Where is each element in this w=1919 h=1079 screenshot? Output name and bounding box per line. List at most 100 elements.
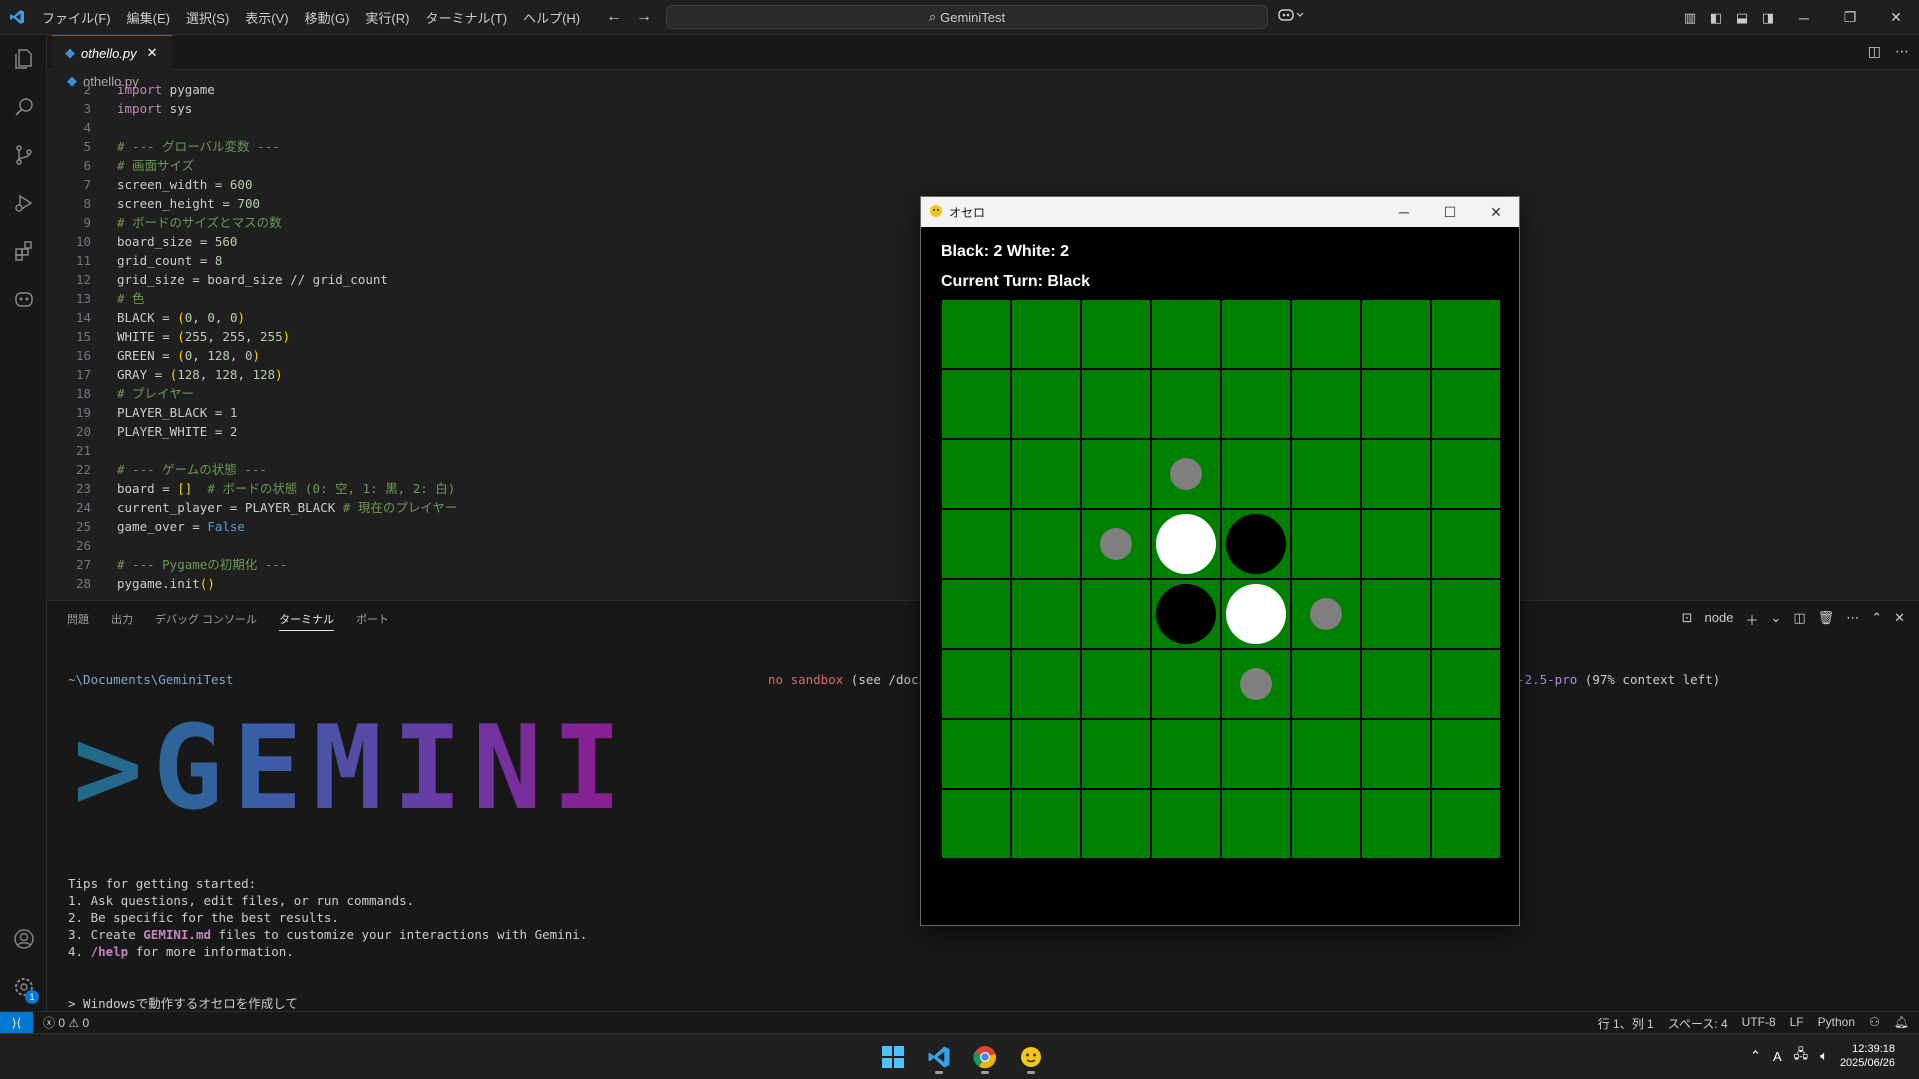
maximize-icon[interactable]: ☐ bbox=[1427, 197, 1473, 227]
tab-close-icon[interactable]: ✕ bbox=[147, 45, 158, 61]
activity-bar: 1 bbox=[0, 35, 47, 1011]
run-debug-icon[interactable] bbox=[0, 179, 47, 227]
close-icon[interactable]: ✕ bbox=[1473, 197, 1519, 227]
forward-arrow-icon[interactable]: → bbox=[636, 8, 652, 26]
tips: Tips for getting started: 1. Ask questio… bbox=[68, 876, 588, 959]
menu-item[interactable]: 編集(E) bbox=[119, 11, 178, 26]
panel-tab[interactable]: 問題 bbox=[67, 611, 89, 631]
language-mode[interactable]: Python bbox=[1818, 1015, 1855, 1032]
terminal-name[interactable]: node bbox=[1705, 610, 1734, 629]
code-text: PLAYER_WHITE = 2 bbox=[117, 424, 238, 439]
error-icon: ⓧ bbox=[43, 1016, 56, 1030]
panel-tabs: 問題 出力 デバッグ コンソール ターミナル ポート bbox=[67, 611, 389, 631]
line-number: 19 bbox=[75, 405, 91, 420]
menu-item[interactable]: 実行(R) bbox=[357, 11, 417, 26]
black-disc bbox=[1156, 584, 1216, 644]
valid-move-hint[interactable] bbox=[1310, 598, 1342, 630]
line-number: 12 bbox=[75, 272, 91, 287]
code-line: 13 # 色 bbox=[47, 289, 947, 308]
more-actions-icon[interactable]: ⋯ bbox=[1895, 43, 1909, 60]
code-text: PLAYER_BLACK = 1 bbox=[117, 405, 238, 420]
encoding[interactable]: UTF-8 bbox=[1742, 1015, 1776, 1032]
line-number: 9 bbox=[83, 215, 91, 230]
trash-icon[interactable]: 🗑 bbox=[1818, 610, 1835, 629]
code-text: import pygame bbox=[117, 82, 215, 97]
menu-item[interactable]: 表示(V) bbox=[237, 11, 296, 26]
customize-layout-icon[interactable]: ▥ bbox=[1677, 10, 1703, 26]
panel-tab[interactable]: デバッグ コンソール bbox=[155, 611, 257, 631]
chevron-up-icon[interactable]: ⌃ bbox=[1750, 1048, 1761, 1064]
panel-tab[interactable]: 出力 bbox=[111, 611, 133, 631]
command-center-search[interactable]: ⌕ GeminiTest bbox=[666, 5, 1268, 29]
terminal-prompt[interactable]: > Windowsで動作するオセロを作成して bbox=[68, 993, 298, 1012]
toggle-panel-icon[interactable]: ⬓ bbox=[1729, 10, 1755, 26]
split-terminal-icon[interactable]: ◫ bbox=[1793, 610, 1805, 629]
code-text: # 色 bbox=[117, 291, 145, 306]
menu-item[interactable]: 選択(S) bbox=[178, 11, 237, 26]
othello-window-titlebar[interactable]: オセロ ─ ☐ ✕ bbox=[921, 197, 1519, 227]
copilot-icon[interactable] bbox=[1278, 8, 1304, 25]
code-line: 18 # プレイヤー bbox=[47, 384, 947, 403]
minimize-icon[interactable]: ─ bbox=[1781, 10, 1827, 26]
line-number: 28 bbox=[75, 576, 91, 591]
chevron-down-icon[interactable]: ⌄ bbox=[1770, 610, 1781, 629]
windows-start-icon[interactable] bbox=[876, 1040, 910, 1074]
clock[interactable]: 12:39:18 2025/06/26 bbox=[1840, 1042, 1895, 1070]
copilot-status-icon[interactable]: ⚇ bbox=[1869, 1015, 1880, 1032]
code-line: 17 GRAY = (128, 128, 128) bbox=[47, 365, 947, 384]
pygame-taskbar-icon[interactable] bbox=[1014, 1040, 1048, 1074]
cursor-position[interactable]: 行 1、列 1 bbox=[1598, 1015, 1654, 1032]
network-icon[interactable]: 🖧︎ bbox=[1794, 1045, 1809, 1067]
line-number: 21 bbox=[75, 443, 91, 458]
end-of-line[interactable]: LF bbox=[1790, 1015, 1804, 1032]
settings-gear-icon[interactable]: 1 bbox=[0, 963, 47, 1011]
ime-indicator[interactable]: A bbox=[1773, 1049, 1782, 1064]
minimize-icon[interactable]: ─ bbox=[1381, 197, 1427, 227]
line-number: 7 bbox=[83, 177, 91, 192]
menu-item[interactable]: ヘルプ(H) bbox=[515, 11, 588, 26]
source-control-icon[interactable] bbox=[0, 131, 47, 179]
more-actions-icon[interactable]: ⋯ bbox=[1846, 610, 1859, 629]
copilot-chat-icon[interactable] bbox=[0, 275, 47, 323]
panel-tab[interactable]: ポート bbox=[356, 611, 389, 631]
othello-board[interactable] bbox=[941, 299, 1501, 859]
panel-tab[interactable]: ターミナル bbox=[279, 611, 335, 631]
restore-icon[interactable]: ❐ bbox=[1827, 9, 1873, 26]
menu-item[interactable]: 移動(G) bbox=[297, 11, 358, 26]
volume-icon[interactable]: 🔈︎ bbox=[1820, 1048, 1828, 1064]
code-text: import sys bbox=[117, 101, 193, 116]
toggle-secondary-sidebar-icon[interactable]: ◨ bbox=[1755, 10, 1781, 26]
close-icon[interactable]: ✕ bbox=[1873, 9, 1919, 26]
code-text: # --- グローバル変数 --- bbox=[117, 139, 280, 154]
code-text: WHITE = (255, 255, 255) bbox=[117, 329, 291, 344]
close-panel-icon[interactable]: ✕ bbox=[1894, 610, 1905, 629]
vscode-taskbar-icon[interactable] bbox=[922, 1040, 956, 1074]
search-icon[interactable] bbox=[0, 83, 47, 131]
menu-item[interactable]: ターミナル(T) bbox=[417, 11, 515, 26]
code-text: board = [] # ボードの状態 (0: 空, 1: 黒, 2: 白) bbox=[117, 481, 456, 496]
warning-icon: ⚠ bbox=[68, 1016, 80, 1030]
code-text: GREEN = (0, 128, 0) bbox=[117, 348, 261, 363]
code-line: 10 board_size = 560 bbox=[47, 232, 947, 251]
split-editor-icon[interactable]: ◫ bbox=[1868, 43, 1881, 60]
account-icon[interactable] bbox=[0, 915, 47, 963]
code-text: # プレイヤー bbox=[117, 386, 195, 401]
explorer-icon[interactable] bbox=[0, 35, 47, 83]
chrome-taskbar-icon[interactable] bbox=[968, 1040, 1002, 1074]
indentation[interactable]: スペース: 4 bbox=[1668, 1015, 1728, 1032]
toggle-primary-sidebar-icon[interactable]: ◧ bbox=[1703, 10, 1729, 26]
status-bar: ⟩⟨ ⓧ 0 ⚠ 0 行 1、列 1 スペース: 4 UTF-8 LF Pyth… bbox=[0, 1011, 1919, 1034]
problems-status[interactable]: ⓧ 0 ⚠ 0 bbox=[43, 1014, 89, 1031]
remote-icon[interactable]: ⟩⟨ bbox=[0, 1011, 33, 1034]
new-terminal-icon[interactable]: ＋ bbox=[1745, 610, 1758, 629]
valid-move-hint[interactable] bbox=[1240, 668, 1272, 700]
maximize-panel-icon[interactable]: ⌃ bbox=[1871, 610, 1882, 629]
tab-othello-py[interactable]: ◆ othello.py ✕ bbox=[52, 35, 172, 70]
extensions-icon[interactable] bbox=[0, 227, 47, 275]
valid-move-hint[interactable] bbox=[1170, 458, 1202, 490]
menu-item[interactable]: ファイル(F) bbox=[34, 11, 119, 26]
notifications-bell-icon[interactable]: 🔔︎ bbox=[1894, 1015, 1909, 1032]
valid-move-hint[interactable] bbox=[1100, 528, 1132, 560]
code-text: screen_width = 600 bbox=[117, 177, 253, 192]
back-arrow-icon[interactable]: ← bbox=[606, 8, 622, 26]
